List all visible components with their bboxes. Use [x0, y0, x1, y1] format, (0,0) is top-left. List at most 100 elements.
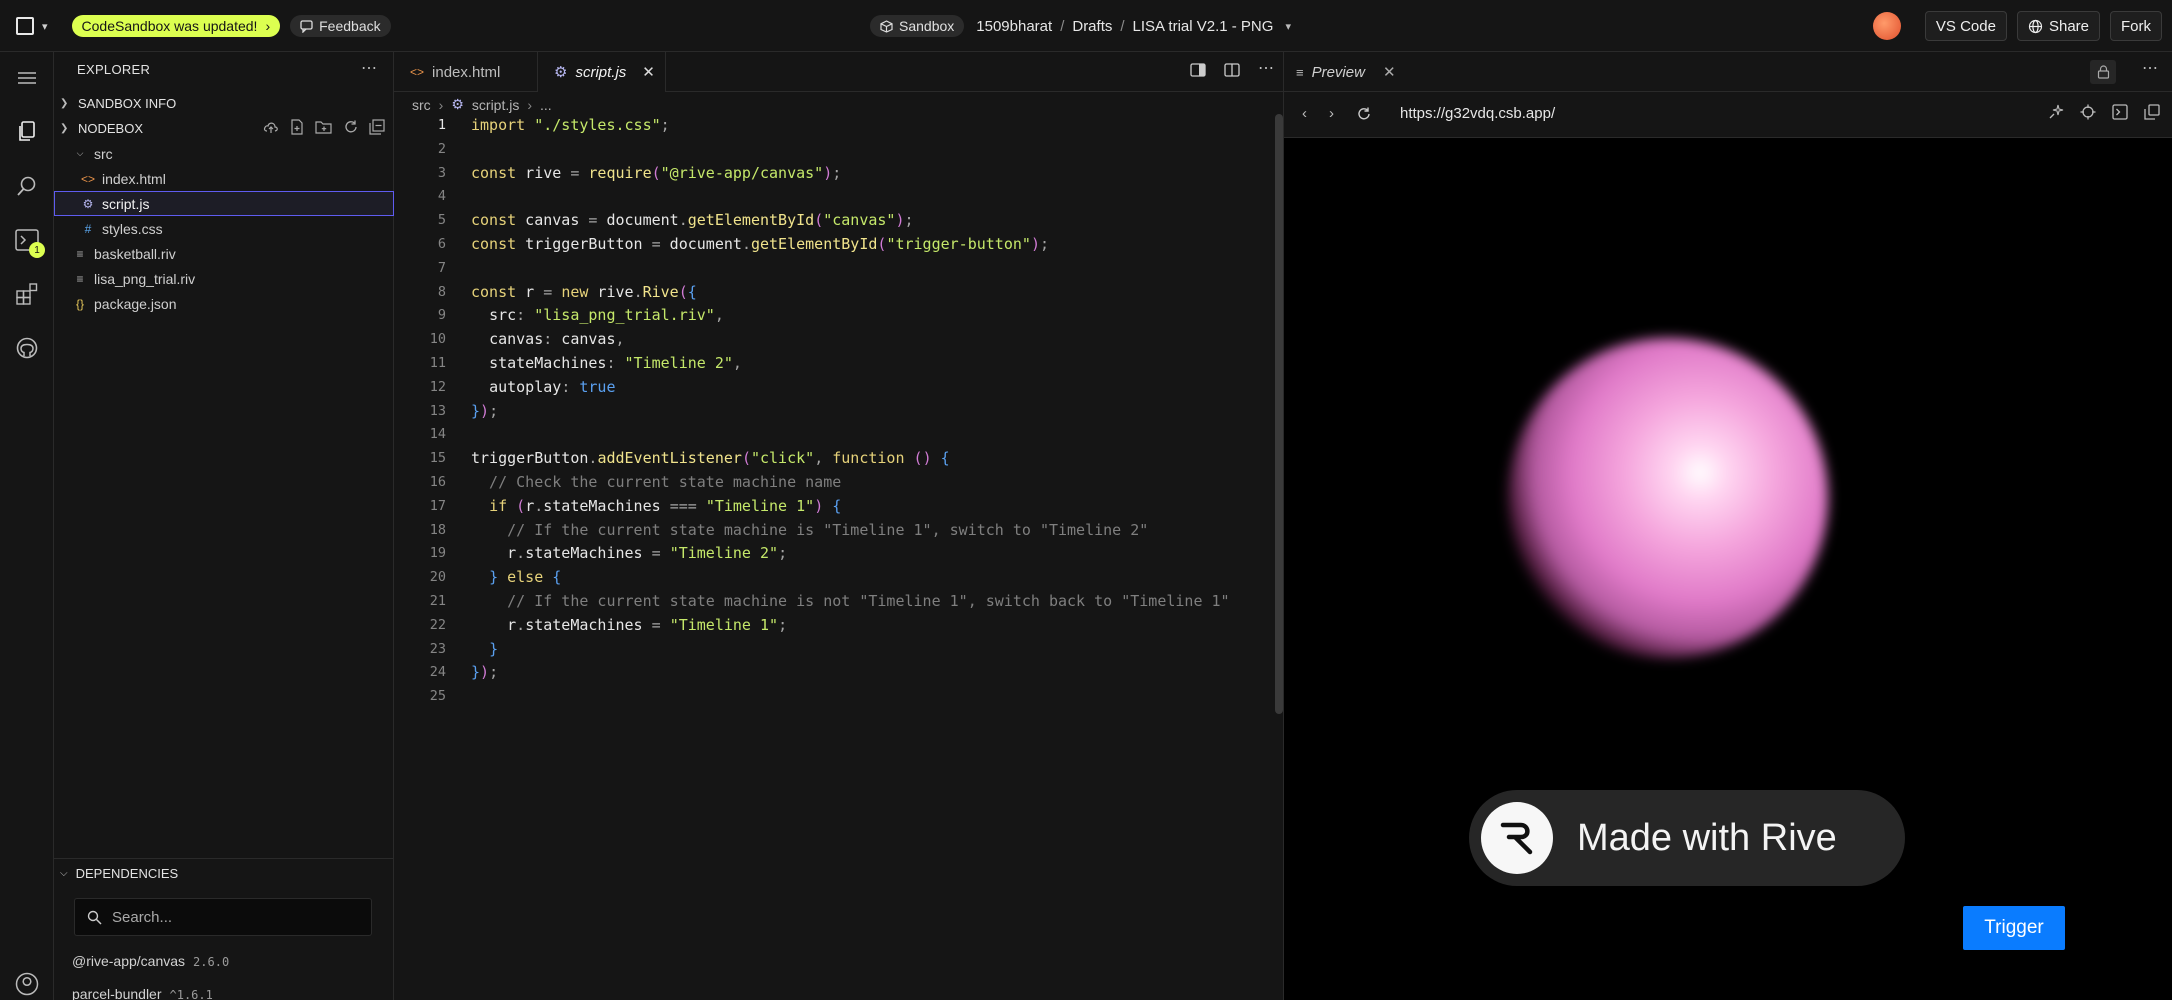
activity-bar: 1: [0, 52, 54, 1000]
tree-file-script-js[interactable]: ⚙ script.js: [54, 191, 394, 216]
open-new-window-icon[interactable]: [2144, 104, 2160, 120]
code-line[interactable]: 4: [394, 185, 1278, 209]
tree-item-label: script.js: [102, 195, 150, 212]
code-line[interactable]: 18 // If the current state machine is "T…: [394, 519, 1278, 543]
terminal-icon[interactable]: 1: [13, 226, 45, 258]
more-icon[interactable]: ⋯: [2142, 58, 2158, 78]
code-line[interactable]: 24});: [394, 661, 1278, 685]
code-line[interactable]: 1 import "./styles.css";: [394, 114, 1278, 138]
sandbox-info-label: SANDBOX INFO: [78, 96, 177, 111]
new-file-icon[interactable]: [289, 119, 305, 135]
update-pill[interactable]: CodeSandbox was updated! ›: [71, 15, 281, 37]
code-line[interactable]: 6 const triggerButton = document.getEleme…: [394, 233, 1278, 257]
code-line[interactable]: 14: [394, 423, 1278, 447]
dependency-item[interactable]: parcel-bundler ^1.6.1: [72, 986, 213, 1000]
tree-file-basketball-riv[interactable]: ≡ basketball.riv: [54, 241, 394, 266]
breadcrumb-owner[interactable]: 1509bharat: [976, 18, 1052, 35]
code-area[interactable]: 1 import "./styles.css"; 2 3 const rive = re…: [394, 114, 1278, 709]
tree-file-package-json[interactable]: {} package.json: [54, 291, 394, 316]
code-line[interactable]: 16 // Check the current state machine na…: [394, 471, 1278, 495]
toggle-sidebar-icon[interactable]: [1190, 62, 1206, 78]
collapse-all-icon[interactable]: [369, 119, 385, 135]
made-with-rive-badge[interactable]: Made with Rive: [1469, 790, 1905, 886]
close-icon[interactable]: ✕: [642, 63, 655, 81]
tree-file-index-html[interactable]: <> index.html: [54, 166, 394, 191]
line-number: 5: [437, 212, 446, 229]
breadcrumb-sandbox-name[interactable]: LISA trial V2.1 - PNG: [1133, 18, 1274, 35]
dependencies-section[interactable]: ⌵ DEPENDENCIES: [60, 866, 178, 881]
crosshair-icon[interactable]: [2080, 104, 2096, 120]
editor-scrollbar[interactable]: [1275, 114, 1283, 714]
code-line[interactable]: 11 stateMachines: "Timeline 2",: [394, 352, 1278, 376]
code-line[interactable]: 3 const rive = require("@rive-app/canvas"…: [394, 162, 1278, 186]
tab-preview[interactable]: ≡ Preview ✕: [1296, 52, 1396, 92]
forward-icon[interactable]: ›: [1329, 105, 1334, 122]
feedback-button[interactable]: Feedback: [290, 15, 391, 37]
url-input[interactable]: https://g32vdq.csb.app/: [1400, 105, 1555, 122]
tree-folder-src[interactable]: ⌵ src: [54, 141, 394, 166]
back-icon[interactable]: ‹: [1302, 105, 1307, 122]
chevron-down-icon[interactable]: ▾: [1285, 20, 1291, 33]
fork-button[interactable]: Fork: [2110, 11, 2162, 41]
nodebox-section[interactable]: ❯ NODEBOX: [60, 121, 143, 136]
rive-canvas[interactable]: Made with Rive Trigger: [1284, 138, 2172, 1000]
code-line[interactable]: 8 const r = new rive.Rive({: [394, 281, 1278, 305]
sandbox-pill[interactable]: Sandbox: [870, 15, 965, 37]
dependency-item[interactable]: @rive-app/canvas 2.6.0: [72, 953, 229, 969]
code-line[interactable]: 5 const canvas = document.getElementById(…: [394, 209, 1278, 233]
tree-item-label: basketball.riv: [94, 245, 176, 262]
console-icon[interactable]: [2112, 104, 2128, 120]
code-line[interactable]: 20 } else {: [394, 566, 1278, 590]
share-button[interactable]: Share: [2016, 11, 2100, 41]
upload-icon[interactable]: [263, 119, 279, 135]
dependency-search-input[interactable]: Search...: [74, 898, 372, 936]
extensions-icon[interactable]: [13, 280, 41, 308]
tab-script-js[interactable]: ⚙ script.js ✕: [538, 52, 666, 92]
explorer-files-icon[interactable]: [13, 118, 41, 146]
tab-label: index.html: [432, 63, 501, 81]
breadcrumb: 1509bharat / Drafts / LISA trial V2.1 - …: [976, 18, 1291, 35]
breadcrumb-symbol[interactable]: ...: [540, 97, 552, 113]
code-line[interactable]: 2: [394, 138, 1278, 162]
code-line[interactable]: 10 canvas: canvas,: [394, 328, 1278, 352]
new-folder-icon[interactable]: [315, 119, 333, 135]
sandbox-info-section[interactable]: ❯ SANDBOX INFO: [60, 96, 176, 111]
account-icon[interactable]: [13, 970, 41, 998]
github-icon[interactable]: [13, 334, 41, 362]
more-icon[interactable]: ⋯: [361, 58, 377, 78]
tab-index-html[interactable]: <> index.html: [394, 52, 538, 92]
code-line[interactable]: 23 }: [394, 638, 1278, 662]
menu-icon[interactable]: [13, 64, 41, 92]
code-line[interactable]: 9 src: "lisa_png_trial.riv",: [394, 304, 1278, 328]
avatar[interactable]: [1872, 12, 1901, 40]
code-line[interactable]: 25: [394, 685, 1278, 709]
code-line[interactable]: 22 r.stateMachines = "Timeline 1";: [394, 614, 1278, 638]
breadcrumb-folder[interactable]: src: [412, 97, 431, 113]
code-line[interactable]: 7: [394, 257, 1278, 281]
tree-file-lisa-png-trial-riv[interactable]: ≡ lisa_png_trial.riv: [54, 266, 394, 291]
sparkle-icon[interactable]: [2048, 104, 2064, 120]
vscode-button[interactable]: VS Code: [1924, 11, 2007, 41]
code-line[interactable]: 12 autoplay: true: [394, 376, 1278, 400]
chevron-down-icon[interactable]: ▾: [42, 20, 48, 33]
code-line[interactable]: 13});: [394, 400, 1278, 424]
refresh-icon[interactable]: [1356, 106, 1372, 122]
codesandbox-logo-icon[interactable]: [16, 17, 34, 35]
code-text: r.stateMachines = "Timeline 2";: [471, 544, 788, 563]
top-bar-left: ▾ CodeSandbox was updated! › Feedback: [16, 14, 391, 38]
split-editor-icon[interactable]: [1224, 62, 1240, 78]
code-line[interactable]: 17 if (r.stateMachines === "Timeline 1")…: [394, 495, 1278, 519]
code-line[interactable]: 15 triggerButton.addEventListener("click"…: [394, 447, 1278, 471]
code-line[interactable]: 21 // If the current state machine is no…: [394, 590, 1278, 614]
breadcrumb-file[interactable]: script.js: [472, 97, 519, 113]
close-icon[interactable]: ✕: [1383, 63, 1396, 81]
comment-icon: [300, 19, 313, 33]
lock-icon[interactable]: [2090, 60, 2116, 84]
breadcrumb-folder[interactable]: Drafts: [1072, 18, 1112, 35]
tree-file-styles-css[interactable]: # styles.css: [54, 216, 394, 241]
code-line[interactable]: 19 r.stateMachines = "Timeline 2";: [394, 542, 1278, 566]
trigger-button[interactable]: Trigger: [1963, 906, 2065, 950]
more-icon[interactable]: ⋯: [1258, 61, 1274, 78]
refresh-icon[interactable]: [343, 119, 359, 135]
search-icon[interactable]: [13, 172, 41, 200]
